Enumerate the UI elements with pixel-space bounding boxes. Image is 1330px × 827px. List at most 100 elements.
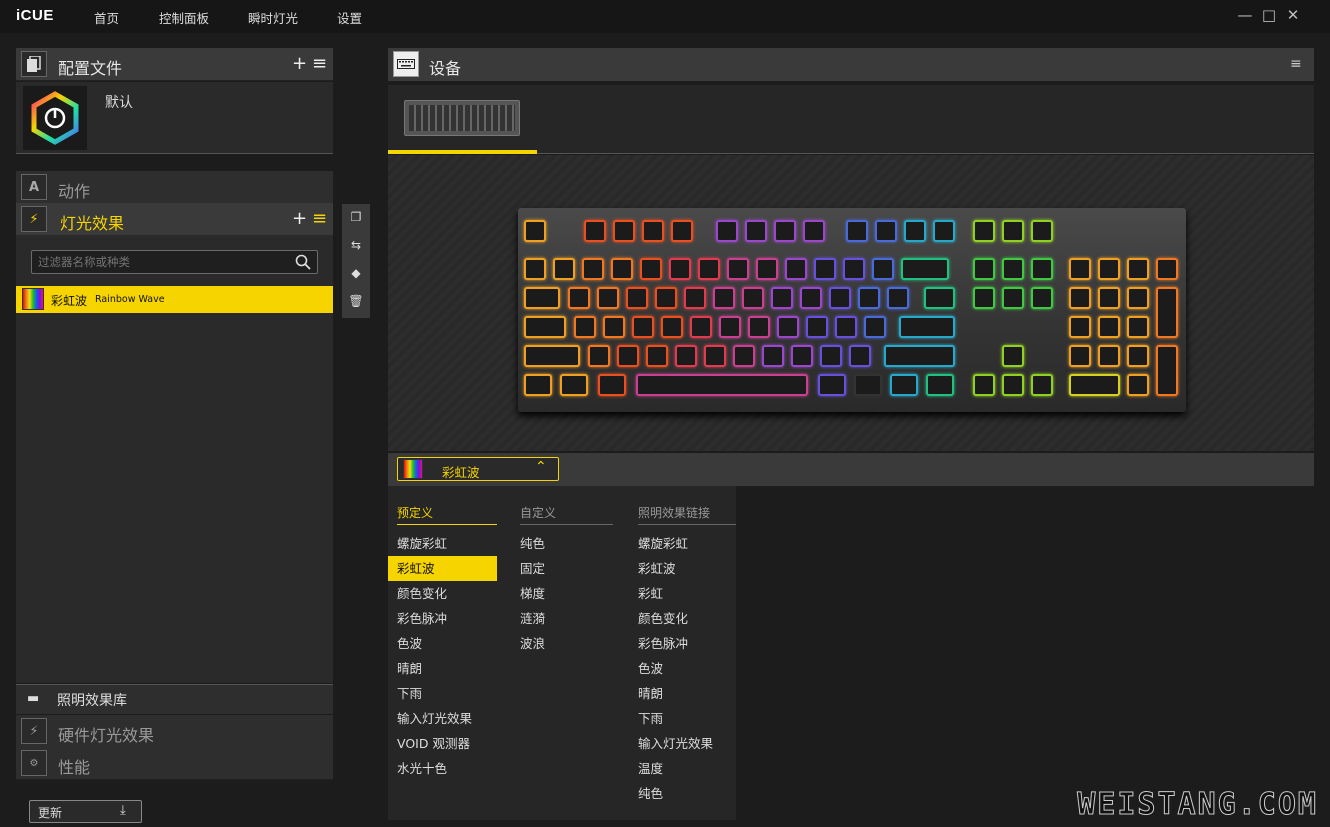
menu-item[interactable]: 螺旋彩虹 <box>629 531 736 556</box>
keyboard-key[interactable] <box>626 287 648 309</box>
move-icon[interactable]: ◆ <box>347 264 365 282</box>
menu-item[interactable]: 纯色 <box>629 781 736 806</box>
icue-profile-icon[interactable] <box>23 86 87 150</box>
menu-item[interactable]: 水光十色 <box>388 756 497 781</box>
keyboard-key[interactable] <box>1069 287 1091 309</box>
keyboard-key[interactable] <box>803 220 825 242</box>
keyboard-key[interactable] <box>774 220 796 242</box>
keyboard-key[interactable] <box>1098 316 1120 338</box>
keyboard-key[interactable] <box>858 287 880 309</box>
keyboard-key[interactable] <box>733 345 755 367</box>
keyboard-key[interactable] <box>524 374 552 396</box>
nav-dashboard[interactable]: 控制面板 <box>159 8 209 27</box>
keyboard-key[interactable] <box>603 316 625 338</box>
keyboard-key[interactable] <box>524 258 546 280</box>
keyboard-key[interactable] <box>835 316 857 338</box>
keyboard-key[interactable] <box>1098 287 1120 309</box>
close-icon[interactable]: ✕ <box>1283 5 1303 25</box>
effect-list-item[interactable]: 彩虹波 Rainbow Wave <box>16 286 333 313</box>
keyboard-key[interactable] <box>849 345 871 367</box>
menu-item[interactable]: 下雨 <box>629 706 736 731</box>
keyboard-key[interactable] <box>642 220 664 242</box>
keyboard-key[interactable] <box>1156 287 1178 338</box>
keyboard-key[interactable] <box>661 316 683 338</box>
keyboard-key[interactable] <box>684 287 706 309</box>
search-icon[interactable] <box>295 254 311 270</box>
trash-icon[interactable]: 🗑 <box>347 292 365 310</box>
keyboard-key[interactable] <box>1098 258 1120 280</box>
keyboard-key[interactable] <box>1127 374 1149 396</box>
keyboard-key[interactable] <box>843 258 865 280</box>
keyboard-key[interactable] <box>1156 258 1178 280</box>
keyboard-key[interactable] <box>727 258 749 280</box>
menu-item[interactable]: 螺旋彩虹 <box>388 531 497 556</box>
keyboard-key[interactable] <box>818 374 846 396</box>
keyboard-key[interactable] <box>574 316 596 338</box>
menu-item[interactable]: 颜色变化 <box>388 581 497 606</box>
keyboard-key[interactable] <box>1127 287 1149 309</box>
add-effect-button[interactable]: + <box>292 208 307 229</box>
keyboard-key[interactable] <box>926 374 954 396</box>
menu-item[interactable]: 色波 <box>629 656 736 681</box>
keyboard-key[interactable] <box>640 258 662 280</box>
keyboard-key[interactable] <box>806 316 828 338</box>
keyboard-key[interactable] <box>748 316 770 338</box>
keyboard-key[interactable] <box>1069 374 1120 396</box>
keyboard-key[interactable] <box>698 258 720 280</box>
search-input[interactable] <box>32 251 282 273</box>
keyboard-key[interactable] <box>829 287 851 309</box>
keyboard-key[interactable] <box>704 345 726 367</box>
keyboard-key[interactable] <box>524 316 566 338</box>
keyboard-key[interactable] <box>671 220 693 242</box>
keyboard-key[interactable] <box>890 374 918 396</box>
menu-item[interactable]: 纯色 <box>511 531 613 556</box>
keyboard-key[interactable] <box>524 345 580 367</box>
keyboard-key[interactable] <box>1002 345 1024 367</box>
keyboard-key[interactable] <box>933 220 955 242</box>
keyboard-key[interactable] <box>568 287 590 309</box>
keyboard-key[interactable] <box>1031 220 1053 242</box>
keyboard-key[interactable] <box>1127 345 1149 367</box>
keyboard-key[interactable] <box>771 287 793 309</box>
keyboard-key[interactable] <box>884 345 955 367</box>
keyboard-key[interactable] <box>973 287 995 309</box>
menu-item[interactable]: 固定 <box>511 556 613 581</box>
keyboard-key[interactable] <box>924 287 955 309</box>
keyboard-key[interactable] <box>713 287 735 309</box>
keyboard-key[interactable] <box>1069 316 1091 338</box>
keyboard-key[interactable] <box>1002 287 1024 309</box>
keyboard-key[interactable] <box>1069 258 1091 280</box>
keyboard-key[interactable] <box>597 287 619 309</box>
keyboard-key[interactable] <box>1031 258 1053 280</box>
nav-instant-lighting[interactable]: 瞬时灯光 <box>248 8 298 27</box>
keyboard-key[interactable] <box>669 258 691 280</box>
device-tab-keyboard[interactable] <box>404 100 520 136</box>
update-button[interactable]: 更新 ⤓ <box>29 800 142 823</box>
import-icon[interactable]: ⇆ <box>347 236 365 254</box>
search-field[interactable] <box>31 250 318 274</box>
device-menu-icon[interactable]: ≡ <box>1290 56 1302 72</box>
add-profile-button[interactable]: + <box>292 53 307 74</box>
nav-home[interactable]: 首页 <box>94 8 119 27</box>
keyboard-key[interactable] <box>524 220 546 242</box>
keyboard-key[interactable] <box>777 316 799 338</box>
keyboard-key[interactable] <box>655 287 677 309</box>
keyboard-key[interactable] <box>899 316 955 338</box>
menu-item[interactable]: 彩虹 <box>629 581 736 606</box>
keyboard-key[interactable] <box>675 345 697 367</box>
keyboard-key[interactable] <box>846 220 868 242</box>
maximize-icon[interactable]: □ <box>1259 5 1279 25</box>
keyboard-key[interactable] <box>611 258 633 280</box>
keyboard-key[interactable] <box>800 287 822 309</box>
keyboard-key[interactable] <box>762 345 784 367</box>
menu-item[interactable]: 输入灯光效果 <box>388 706 497 731</box>
keyboard-key[interactable] <box>646 345 668 367</box>
keyboard-key[interactable] <box>1127 258 1149 280</box>
keyboard-key[interactable] <box>719 316 741 338</box>
keyboard-key[interactable] <box>1031 287 1053 309</box>
keyboard-key[interactable] <box>584 220 606 242</box>
profile-menu-button[interactable]: ≡ <box>312 53 327 74</box>
keyboard-key[interactable] <box>875 220 897 242</box>
keyboard-key[interactable] <box>864 316 886 338</box>
menu-item[interactable]: 晴朗 <box>388 656 497 681</box>
